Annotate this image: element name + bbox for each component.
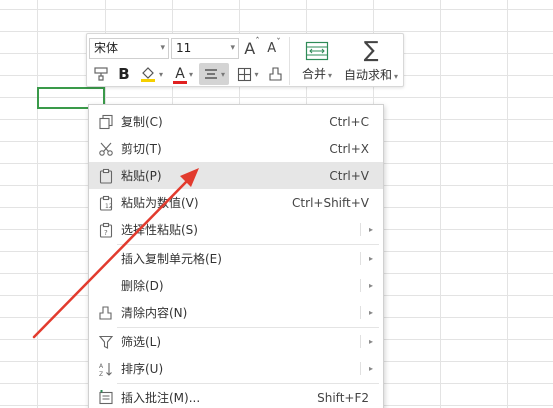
comment-icon	[97, 389, 115, 407]
submenu-divider	[360, 335, 361, 348]
menu-item-sort[interactable]: AZ 排序(U) ▸	[89, 355, 383, 382]
menu-item-label: 粘贴(P)	[121, 169, 162, 183]
menu-item-shortcut: Shift+F2	[317, 390, 369, 405]
paste-values-icon: 12	[97, 194, 115, 212]
menu-item-insert-comment[interactable]: 插入批注(M)... Shift+F2	[89, 384, 383, 408]
paste-special-icon: ?	[97, 221, 115, 239]
menu-item-copy[interactable]: 复制(C) Ctrl+C	[89, 108, 383, 135]
chevron-down-icon: ▾	[160, 43, 165, 53]
font-name-value: 宋体	[94, 41, 119, 55]
font-color-icon: A	[175, 66, 185, 82]
filter-icon	[97, 333, 115, 351]
eraser-icon	[97, 304, 115, 322]
menu-item-label: 排序(U)	[121, 362, 164, 376]
chevron-down-icon: ▾	[220, 69, 225, 79]
bold-button[interactable]: B	[115, 63, 133, 85]
chevron-down-icon: ▾	[158, 69, 163, 79]
menu-item-label: 插入批注(M)...	[121, 391, 201, 405]
eraser-icon	[268, 67, 282, 81]
increase-font-size-button[interactable]: Aˆ	[243, 37, 261, 59]
sigma-icon: ∑	[363, 37, 379, 63]
menu-item-label: 剪切(T)	[121, 142, 162, 156]
borders-button[interactable]: ▾	[233, 63, 263, 85]
chevron-right-icon: ▸	[368, 225, 373, 234]
menu-item-filter[interactable]: 筛选(L) ▸	[89, 328, 383, 355]
menu-item-label: 粘贴为数值(V)	[121, 196, 199, 210]
merge-cells-icon	[305, 41, 329, 60]
align-center-icon	[204, 69, 217, 79]
autosum-button[interactable]: ∑ 自动求和 ▾	[339, 36, 403, 86]
decrease-font-size-button[interactable]: Aˇ	[265, 37, 283, 59]
chevron-right-icon: ▸	[368, 281, 373, 290]
decrease-font-icon: A	[267, 40, 277, 56]
submenu-divider	[360, 252, 361, 265]
chevron-down-icon: ▾	[328, 70, 333, 80]
menu-item-shortcut: Ctrl+V	[329, 168, 369, 183]
chevron-right-icon: ▸	[368, 337, 373, 346]
menu-item-insert-copied-cells[interactable]: 插入复制单元格(E) ▸	[89, 245, 383, 272]
menu-item-clear-contents[interactable]: 清除内容(N) ▸	[89, 299, 383, 326]
menu-item-label: 删除(D)	[121, 279, 164, 293]
merge-label: 合并	[301, 66, 326, 81]
fill-color-button[interactable]: ▾	[137, 63, 165, 85]
chevron-down-icon: ▾	[188, 69, 193, 79]
menu-item-label: 筛选(L)	[121, 335, 162, 349]
submenu-divider	[360, 306, 361, 319]
menu-item-paste-values[interactable]: 12 粘贴为数值(V) Ctrl+Shift+V	[89, 189, 383, 216]
chevron-down-icon: ▾	[230, 43, 235, 53]
chevron-right-icon: ▸	[368, 254, 373, 263]
format-painter-button[interactable]	[90, 63, 112, 85]
submenu-divider	[360, 279, 361, 292]
menu-item-paste[interactable]: 粘贴(P) Ctrl+V	[89, 162, 383, 189]
menu-item-cut[interactable]: 剪切(T) Ctrl+X	[89, 135, 383, 162]
mini-toolbar: 宋体 ▾ 11 ▾ Aˆ Aˇ B ▾ A ▾ ▾ ▾ 合并 ▾ ∑ 自动求和 …	[86, 33, 404, 87]
copy-icon	[97, 113, 115, 131]
align-center-button[interactable]: ▾	[199, 63, 229, 85]
autosum-label: 自动求和	[343, 67, 392, 82]
font-name-select[interactable]: 宋体 ▾	[89, 38, 169, 59]
menu-item-label: 清除内容(N)	[121, 306, 188, 320]
font-size-value: 11	[176, 41, 192, 55]
menu-item-label: 插入复制单元格(E)	[121, 252, 222, 266]
paste-icon	[97, 167, 115, 185]
menu-item-label: 复制(C)	[121, 115, 163, 129]
menu-item-paste-special[interactable]: ? 选择性粘贴(S) ▸	[89, 216, 383, 243]
menu-item-shortcut: Ctrl+X	[329, 141, 369, 156]
svg-text:?: ?	[104, 229, 108, 237]
font-size-select[interactable]: 11 ▾	[171, 38, 239, 59]
chevron-down-icon: ▾	[254, 69, 259, 79]
svg-text:A: A	[99, 363, 104, 370]
increase-font-icon: A	[244, 38, 256, 58]
menu-item-delete[interactable]: 删除(D) ▸	[89, 272, 383, 299]
submenu-divider	[360, 362, 361, 375]
clear-format-button[interactable]	[265, 63, 285, 85]
menu-item-shortcut: Ctrl+C	[329, 114, 369, 129]
chevron-right-icon: ▸	[368, 308, 373, 317]
borders-icon	[238, 67, 252, 81]
svg-text:12: 12	[105, 203, 113, 210]
svg-text:Z: Z	[99, 371, 103, 377]
bold-icon: B	[118, 65, 130, 83]
chevron-right-icon: ▸	[368, 364, 373, 373]
format-painter-icon	[94, 67, 108, 81]
menu-item-label: 选择性粘贴(S)	[121, 223, 198, 237]
submenu-divider	[360, 223, 361, 236]
chevron-down-icon: ▾	[394, 71, 399, 81]
context-menu: 复制(C) Ctrl+C 剪切(T) Ctrl+X 粘贴(P) Ctrl+V 1…	[88, 104, 384, 408]
scissors-icon	[97, 140, 115, 158]
fill-bucket-icon	[140, 67, 155, 82]
font-color-button[interactable]: A ▾	[169, 63, 197, 85]
menu-item-shortcut: Ctrl+Shift+V	[292, 195, 369, 210]
sort-icon: AZ	[97, 360, 115, 378]
merge-cells-button[interactable]: 合并 ▾	[295, 36, 339, 86]
toolbar-divider	[289, 37, 290, 85]
